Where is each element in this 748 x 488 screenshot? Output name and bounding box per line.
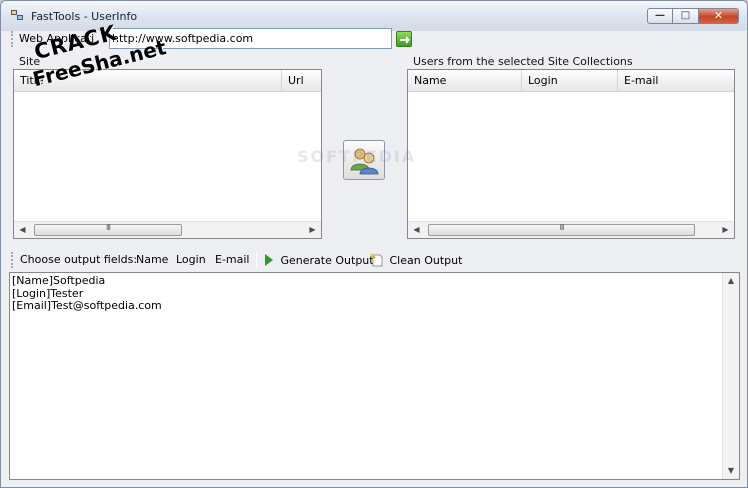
app-icon (11, 10, 25, 22)
field-email-button[interactable]: E-mail (215, 253, 250, 267)
minimize-icon: — (655, 10, 665, 21)
column-header-email[interactable]: E-mail (618, 70, 734, 92)
column-header-name[interactable]: Name (408, 70, 522, 92)
field-name-button[interactable]: Name (136, 253, 168, 267)
scroll-left-icon[interactable]: ◀ (408, 222, 425, 238)
field-login-button[interactable]: Login (176, 253, 206, 267)
clean-output-button[interactable]: Clean Output (370, 253, 462, 268)
output-text: [Name]Softpedia [Login]Tester [Email]Tes… (12, 274, 162, 312)
output-toolbar: Choose output fields: Name Login E-mail … (1, 249, 747, 271)
choose-output-fields-label: Choose output fields: (20, 253, 138, 266)
minimize-button[interactable]: — (647, 8, 673, 24)
toolbar-grip-icon[interactable] (11, 252, 13, 268)
window-controls: — □ ✕ (647, 8, 739, 24)
clean-output-label: Clean Output (389, 254, 463, 267)
generate-output-label: Generate Output (280, 254, 374, 267)
sites-horizontal-scrollbar[interactable]: ◀ III ▶ (14, 221, 321, 238)
toolbar-grip-icon[interactable] (11, 31, 13, 47)
maximize-button[interactable]: □ (673, 8, 699, 24)
users-horizontal-scrollbar[interactable]: ◀ III ▶ (408, 221, 734, 238)
output-textarea[interactable]: [Name]Softpedia [Login]Tester [Email]Tes… (9, 272, 740, 480)
users-listview[interactable]: Name Login E-mail ◀ III ▶ (407, 69, 735, 239)
users-list-header: Name Login E-mail (408, 70, 734, 92)
generate-output-button[interactable]: Generate Output (264, 253, 374, 268)
app-window: FastTools - UserInfo — □ ✕ Web Applicati… (0, 0, 748, 488)
scroll-left-icon[interactable]: ◀ (14, 222, 31, 238)
play-icon (265, 254, 273, 266)
output-vertical-scrollbar[interactable]: ▲ ▼ (722, 273, 739, 479)
column-header-login[interactable]: Login (522, 70, 618, 92)
go-button[interactable] (396, 31, 412, 47)
background-watermark: SOFTPEDIA (297, 147, 417, 166)
scroll-thumb[interactable]: III (428, 223, 695, 236)
scroll-right-icon[interactable]: ▶ (717, 222, 734, 238)
column-header-url[interactable]: Url (282, 70, 321, 92)
scroll-right-icon[interactable]: ▶ (304, 222, 321, 238)
toolbar-separator (256, 252, 257, 268)
clean-page-icon (370, 253, 383, 267)
maximize-icon: □ (680, 10, 691, 21)
users-group-label: Users from the selected Site Collections (413, 55, 633, 68)
close-icon: ✕ (713, 9, 724, 22)
scroll-thumb[interactable]: III (34, 223, 182, 236)
arrow-right-icon (400, 36, 410, 44)
close-button[interactable]: ✕ (699, 8, 739, 24)
scroll-up-icon[interactable]: ▲ (723, 273, 739, 289)
scroll-down-icon[interactable]: ▼ (723, 463, 739, 479)
